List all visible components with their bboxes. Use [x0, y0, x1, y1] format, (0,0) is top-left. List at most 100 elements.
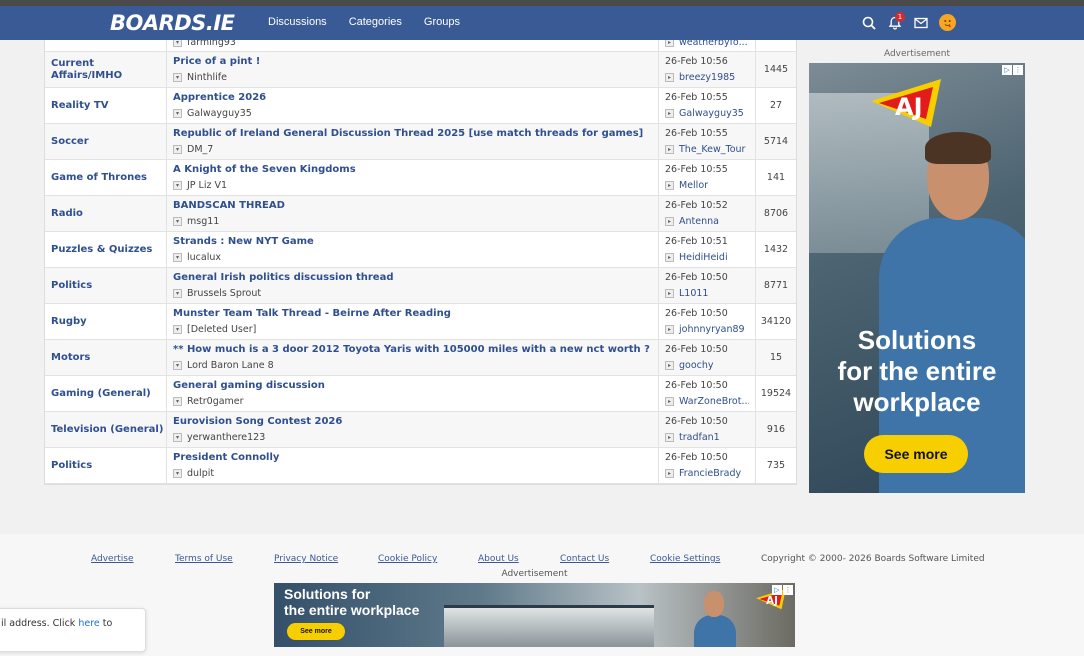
starter-toggle-icon[interactable]: ▾	[173, 289, 182, 298]
last-post-username[interactable]: tradfan1	[679, 432, 720, 443]
starter-name[interactable]: Ninthlife	[187, 72, 227, 83]
thread-title[interactable]: A Knight of the Seven Kingdoms	[173, 164, 652, 178]
thread-category[interactable]: Television (General)	[45, 412, 167, 447]
notifications-bell-icon[interactable]: 1	[887, 11, 905, 31]
starter-toggle-icon[interactable]: ▾	[173, 73, 182, 82]
last-post-arrow-icon[interactable]: ▸	[665, 433, 674, 442]
ad-choices[interactable]: ▷ ⋮	[1002, 65, 1023, 75]
ad-choices-icon[interactable]: ▷	[1002, 65, 1012, 75]
starter-toggle-icon[interactable]: ▾	[173, 361, 182, 370]
starter-toggle-icon[interactable]: ▾	[173, 325, 182, 334]
thread-title[interactable]: Price of a pint !	[173, 56, 652, 70]
thread-category[interactable]: Motors	[45, 340, 167, 375]
last-post-username[interactable]: Mellor	[679, 180, 708, 191]
footer-link-terms[interactable]: Terms of Use	[175, 554, 233, 564]
thread-category[interactable]: Rugby	[45, 304, 167, 339]
last-post-arrow-icon[interactable]: ▸	[665, 253, 674, 262]
starter-name[interactable]: farming93	[187, 40, 236, 48]
last-post-username[interactable]: goochy	[679, 360, 714, 371]
thread-title[interactable]: Republic of Ireland General Discussion T…	[173, 128, 652, 142]
thread-category[interactable]: Radio	[45, 196, 167, 231]
thread-title[interactable]: Apprentice 2026	[173, 92, 652, 106]
thread-category[interactable]	[45, 40, 167, 51]
starter-name[interactable]: Galwayguy35	[187, 108, 252, 119]
thread-category[interactable]: Gaming (General)	[45, 376, 167, 411]
starter-name[interactable]: DM_7	[187, 144, 213, 155]
footer-link-contact[interactable]: Contact Us	[560, 554, 609, 564]
last-post-arrow-icon[interactable]: ▸	[665, 109, 674, 118]
last-post-username[interactable]: HeidiHeidi	[679, 252, 728, 263]
last-post-arrow-icon[interactable]: ▸	[665, 40, 674, 47]
messages-envelope-icon[interactable]	[913, 15, 929, 31]
footer-link-cookie-settings[interactable]: Cookie Settings	[650, 554, 720, 564]
starter-name[interactable]: Lord Baron Lane 8	[187, 360, 274, 371]
last-post-arrow-icon[interactable]: ▸	[665, 145, 674, 154]
ad-close-icon[interactable]: ⋮	[1013, 65, 1023, 75]
starter-name[interactable]: lucalux	[187, 252, 221, 263]
site-logo[interactable]: BOARDS.IE	[110, 11, 235, 35]
last-post-arrow-icon[interactable]: ▸	[665, 325, 674, 334]
thread-title[interactable]: BANDSCAN THREAD	[173, 200, 652, 214]
last-post-arrow-icon[interactable]: ▸	[665, 73, 674, 82]
thread-title[interactable]: President Connolly	[173, 452, 652, 466]
thread-title[interactable]: General Irish politics discussion thread	[173, 272, 652, 286]
footer-link-cookie-policy[interactable]: Cookie Policy	[378, 554, 437, 564]
last-post-username[interactable]: FrancieBrady	[679, 468, 741, 479]
thread-category[interactable]: Reality TV	[45, 88, 167, 123]
ad-choices[interactable]: ▷ ⋮	[772, 585, 793, 595]
last-post-username[interactable]: The_Kew_Tour	[679, 144, 745, 155]
last-post-username[interactable]: Galwayguy35	[679, 108, 744, 119]
thread-category[interactable]: Current Affairs/IMHO	[45, 52, 167, 87]
last-post-username[interactable]: L1011	[679, 288, 708, 299]
footer-link-about[interactable]: About Us	[478, 554, 519, 564]
last-post-arrow-icon[interactable]: ▸	[665, 181, 674, 190]
starter-name[interactable]: yerwanthere123	[187, 432, 265, 443]
starter-name[interactable]: dulpit	[187, 468, 214, 479]
last-post-arrow-icon[interactable]: ▸	[665, 217, 674, 226]
starter-toggle-icon[interactable]: ▾	[173, 433, 182, 442]
bottom-advertisement[interactable]: Solutions for the entire workplace See m…	[274, 583, 795, 647]
user-avatar-icon[interactable]	[939, 14, 956, 31]
last-post-username[interactable]: breezy1985	[679, 72, 735, 83]
thread-title[interactable]: General gaming discussion	[173, 380, 652, 394]
starter-name[interactable]: msg11	[187, 216, 219, 227]
last-post-arrow-icon[interactable]: ▸	[665, 361, 674, 370]
footer-link-privacy[interactable]: Privacy Notice	[274, 554, 338, 564]
ad-choices-icon[interactable]: ▷	[772, 585, 782, 595]
last-post-arrow-icon[interactable]: ▸	[665, 397, 674, 406]
thread-title[interactable]: ** How much is a 3 door 2012 Toyota Yari…	[173, 344, 652, 358]
starter-toggle-icon[interactable]: ▾	[173, 397, 182, 406]
starter-name[interactable]: Brussels Sprout	[187, 288, 261, 299]
starter-toggle-icon[interactable]: ▾	[173, 217, 182, 226]
thread-category[interactable]: Politics	[45, 268, 167, 303]
starter-toggle-icon[interactable]: ▾	[173, 181, 182, 190]
last-post-username[interactable]: weatherbyfo...	[679, 40, 748, 48]
thread-title[interactable]: Munster Team Talk Thread - Beirne After …	[173, 308, 652, 322]
ad-close-icon[interactable]: ⋮	[783, 585, 793, 595]
starter-name[interactable]: [Deleted User]	[187, 324, 256, 335]
thread-category[interactable]: Politics	[45, 448, 167, 483]
search-icon[interactable]	[861, 15, 877, 31]
starter-name[interactable]: JP Liz V1	[187, 180, 227, 191]
last-post-username[interactable]: Antenna	[679, 216, 719, 227]
ad-see-more-button[interactable]: See more	[864, 435, 968, 473]
nav-discussions[interactable]: Discussions	[268, 16, 327, 28]
nav-groups[interactable]: Groups	[424, 16, 460, 28]
thread-category[interactable]: Soccer	[45, 124, 167, 159]
starter-name[interactable]: Retr0gamer	[187, 396, 244, 407]
sidebar-advertisement[interactable]: AJ ▷ ⋮ Solutions for the entire workplac…	[809, 63, 1025, 493]
starter-toggle-icon[interactable]: ▾	[173, 469, 182, 478]
footer-link-advertise[interactable]: Advertise	[91, 554, 134, 564]
starter-toggle-icon[interactable]: ▾	[173, 109, 182, 118]
toast-here-link[interactable]: here	[78, 618, 99, 629]
last-post-arrow-icon[interactable]: ▸	[665, 289, 674, 298]
starter-toggle-icon[interactable]: ▾	[173, 40, 182, 47]
last-post-username[interactable]: johnnyryan89	[679, 324, 745, 335]
thread-title[interactable]: Strands : New NYT Game	[173, 236, 652, 250]
bottom-ad-see-more-button[interactable]: See more	[287, 623, 345, 640]
last-post-arrow-icon[interactable]: ▸	[665, 469, 674, 478]
starter-toggle-icon[interactable]: ▾	[173, 145, 182, 154]
last-post-username[interactable]: WarZoneBrot...	[679, 396, 749, 407]
thread-category[interactable]: Puzzles & Quizzes	[45, 232, 167, 267]
nav-categories[interactable]: Categories	[349, 16, 402, 28]
